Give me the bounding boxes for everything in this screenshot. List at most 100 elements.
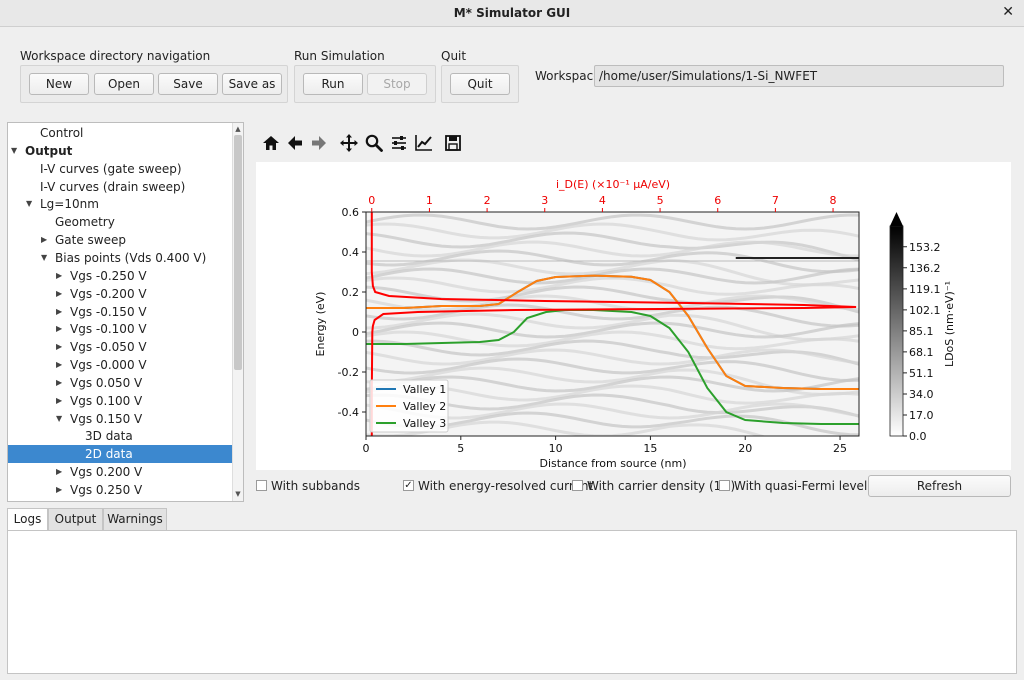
tree-item-label: 3D data xyxy=(85,429,133,444)
tree-item[interactable]: ▶ Vgs 0.100 V xyxy=(8,392,234,410)
edit-axes-icon[interactable] xyxy=(414,133,434,153)
run-button[interactable]: Run xyxy=(303,73,363,95)
colorbar-label: LDoS (nm·eV)⁻¹ xyxy=(943,281,956,367)
workspace-nav-label: Workspace directory navigation xyxy=(20,49,211,63)
tree-item[interactable]: I-V curves (gate sweep) xyxy=(8,160,234,178)
colorbar-extend-arrow xyxy=(890,212,903,226)
tree-item[interactable]: I-V curves (drain sweep) xyxy=(8,178,234,196)
pan-icon[interactable] xyxy=(339,133,359,153)
tree-item-label: Vgs -0.000 V xyxy=(70,358,147,373)
tree-item[interactable]: 2D data xyxy=(8,445,234,464)
tree-item[interactable]: ▶ Vgs -0.200 V xyxy=(8,285,234,303)
expand-right-icon[interactable]: ▶ xyxy=(56,267,62,285)
ldos-chart: 0 5 10 15 20 25 -0.4 -0.2 0 0.2 0.4 0.6 0 1 2 3 4 5 6 7 8 Di… xyxy=(314,178,956,470)
save-figure-icon[interactable] xyxy=(443,133,463,153)
stop-button[interactable]: Stop xyxy=(367,73,427,95)
expand-down-icon[interactable]: ▼ xyxy=(41,249,47,267)
log-text-area[interactable] xyxy=(7,530,1017,674)
tree-item[interactable]: Control xyxy=(8,124,234,142)
expand-right-icon[interactable]: ▶ xyxy=(56,463,62,481)
tree-item[interactable]: ▶ Vgs -0.050 V xyxy=(8,338,234,356)
tree-item-label: Vgs -0.150 V xyxy=(70,304,147,319)
tab-logs[interactable]: Logs xyxy=(7,508,48,531)
window-title: M* Simulator GUI xyxy=(453,6,571,20)
tree-item[interactable]: ▶ Vgs -0.000 V xyxy=(8,356,234,374)
tree-item[interactable]: ▶ Vgs -0.150 V xyxy=(8,303,234,321)
refresh-button[interactable]: Refresh xyxy=(868,475,1011,497)
expand-down-icon[interactable]: ▼ xyxy=(56,410,62,428)
colorbar-tick-label: 136.2 xyxy=(909,262,941,275)
tree-item-label: Output xyxy=(25,143,73,158)
home-icon[interactable] xyxy=(261,133,281,153)
tab-warnings[interactable]: Warnings xyxy=(103,508,167,530)
workspace-path-field[interactable]: /home/user/Simulations/1-Si_NWFET xyxy=(594,65,1004,87)
expand-right-icon[interactable]: ▶ xyxy=(56,392,62,410)
y-tick-label: 0.4 xyxy=(342,246,360,259)
plot-canvas[interactable]: 0 5 10 15 20 25 -0.4 -0.2 0 0.2 0.4 0.6 0 1 2 3 4 5 6 7 8 Di… xyxy=(256,162,1011,470)
open-button[interactable]: Open xyxy=(94,73,154,95)
tree-item[interactable]: ▶ Vgs 0.050 V xyxy=(8,374,234,392)
legend-label-valley-2: Valley 2 xyxy=(403,400,446,413)
tree-item-label: I-V curves (gate sweep) xyxy=(40,161,182,176)
expand-down-icon[interactable]: ▼ xyxy=(26,195,32,213)
workspace-label: Workspace xyxy=(535,69,601,83)
back-arrow-icon[interactable] xyxy=(285,133,305,153)
close-icon[interactable]: ✕ xyxy=(1002,4,1014,20)
tree-item-label: Geometry xyxy=(55,215,115,230)
colorbar-tick-label: 153.2 xyxy=(909,241,941,254)
tree-item[interactable]: ▶ Gate sweep xyxy=(8,231,234,249)
forward-arrow-icon[interactable] xyxy=(309,133,329,153)
save-button[interactable]: Save xyxy=(158,73,218,95)
expand-right-icon[interactable]: ▶ xyxy=(56,285,62,303)
quasi-fermi-checkbox-box[interactable] xyxy=(719,480,730,491)
tree-item-label: I-V curves (drain sweep) xyxy=(40,179,186,194)
chart-legend: Valley 1 Valley 2 Valley 3 xyxy=(369,379,449,433)
expand-right-icon[interactable]: ▶ xyxy=(41,231,47,249)
expand-right-icon[interactable]: ▶ xyxy=(56,374,62,392)
energy-current-label: With energy-resolved current xyxy=(418,479,594,493)
output-tree[interactable]: Control ▼ Output I-V curves (gate sweep) I-V… xyxy=(7,122,244,502)
expand-down-icon[interactable]: ▼ xyxy=(11,142,17,160)
expand-right-icon[interactable]: ▶ xyxy=(56,338,62,356)
run-simulation-label: Run Simulation xyxy=(294,49,385,63)
top-x-tick-label: 4 xyxy=(599,194,606,207)
tree-item[interactable]: ▶ Vgs 0.250 V xyxy=(8,481,234,499)
tree-item-label: Vgs 0.250 V xyxy=(70,483,143,497)
scroll-up-icon[interactable]: ▲ xyxy=(233,124,243,134)
configure-subplots-icon[interactable] xyxy=(389,133,409,153)
quit-group: Quit xyxy=(441,65,519,103)
tree-item[interactable]: 3D data xyxy=(8,427,234,445)
quit-button[interactable]: Quit xyxy=(450,73,510,95)
expand-right-icon[interactable]: ▶ xyxy=(56,303,62,321)
expand-right-icon[interactable]: ▶ xyxy=(56,320,62,338)
carrier-density-label: With carrier density (1D) xyxy=(587,479,736,493)
y-tick-label: 0.2 xyxy=(342,286,360,299)
tree-item-label: Bias points (Vds 0.400 V) xyxy=(55,250,207,265)
expand-right-icon[interactable]: ▶ xyxy=(56,356,62,374)
x-tick-label: 0 xyxy=(363,442,370,455)
tree-item[interactable]: ▼ Vgs 0.150 V xyxy=(8,410,234,428)
y-tick-label: 0.6 xyxy=(342,206,360,219)
tree-scrollbar[interactable]: ▲ ▼ xyxy=(232,123,243,501)
expand-right-icon[interactable]: ▶ xyxy=(56,481,62,499)
tree-item[interactable]: ▶ Vgs -0.100 V xyxy=(8,320,234,338)
zoom-icon[interactable] xyxy=(364,133,384,153)
energy-current-checkbox-box[interactable]: ✓ xyxy=(403,480,414,491)
tree-item[interactable]: ▼ Bias points (Vds 0.400 V) xyxy=(8,249,234,267)
new-button[interactable]: New xyxy=(29,73,89,95)
tree-item[interactable]: ▼ Output xyxy=(8,142,234,160)
tree-item[interactable]: Geometry xyxy=(8,213,234,231)
y-axis-label: Energy (eV) xyxy=(314,292,327,357)
subbands-checkbox-box[interactable] xyxy=(256,480,267,491)
tree-item[interactable]: ▶ Vgs -0.250 V xyxy=(8,267,234,285)
tab-output[interactable]: Output xyxy=(48,508,103,530)
tree-item-label: Vgs 0.050 V xyxy=(70,375,143,390)
scrollbar-thumb[interactable] xyxy=(234,135,242,370)
scroll-down-icon[interactable]: ▼ xyxy=(233,489,243,499)
save-as-button[interactable]: Save as xyxy=(222,73,282,95)
tree-item[interactable]: ▼ Lg=10nm xyxy=(8,195,234,213)
carrier-density-checkbox-box[interactable] xyxy=(572,480,583,491)
top-x-tick-label: 0 xyxy=(368,194,375,207)
x-tick-label: 10 xyxy=(549,442,563,455)
tree-item[interactable]: ▶ Vgs 0.200 V xyxy=(8,463,234,481)
